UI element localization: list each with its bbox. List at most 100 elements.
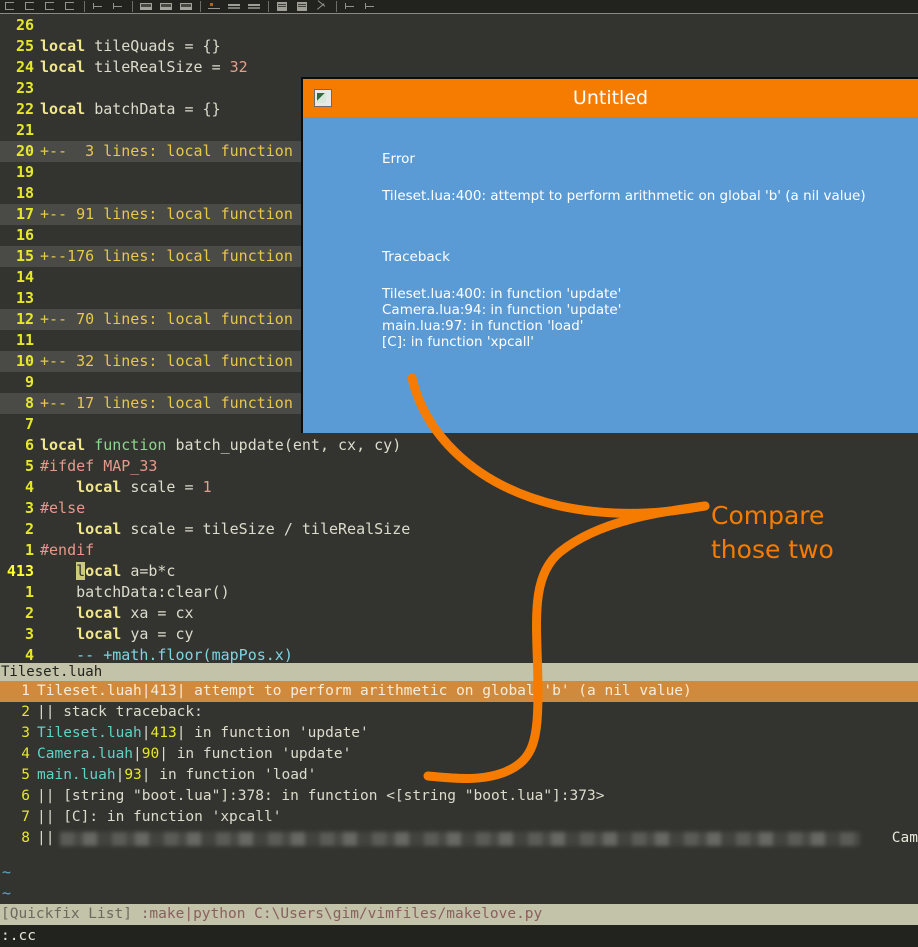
find-icon[interactable]: [206, 0, 223, 13]
quickfix-list[interactable]: 1 Tileset.luah | 413 | attempt to perform ar…: [0, 681, 918, 862]
code-token: +-- 32 lines: local function: [40, 352, 302, 370]
quickfix-row[interactable]: 6 || [string "boot.lua"]:378: in function…: [0, 786, 918, 807]
line-number: 12: [15, 310, 34, 328]
editor-line[interactable]: 1 batchData:clear(): [0, 582, 918, 603]
traceback-heading: Traceback: [382, 249, 450, 265]
editor-line[interactable]: 5 #ifdef MAP_33: [0, 456, 918, 477]
line-number: 413: [6, 562, 34, 580]
line-number: 21: [15, 121, 34, 139]
editor-line[interactable]: 24 local tileRealSize = 32: [0, 57, 918, 78]
line-number: 10: [15, 352, 34, 370]
quickfix-row[interactable]: 2 || stack traceback:: [0, 702, 918, 723]
code-token: scale = tileSize / tileRealSize: [130, 520, 411, 538]
line-number: 3: [24, 625, 34, 643]
command-line[interactable]: :.cc: [0, 925, 918, 947]
make-icon[interactable]: [274, 0, 291, 13]
code-token: +-- 70 lines: local function: [40, 310, 302, 328]
editor-line[interactable]: 25 local tileQuads = {}: [0, 36, 918, 57]
quickfix-row-number: 6: [21, 788, 30, 804]
quickfix-bar: |: [141, 683, 151, 699]
editor-line[interactable]: 3 local ya = cy: [0, 624, 918, 645]
toolbar-separator: [200, 1, 201, 12]
editor-line[interactable]: 4 local scale = 1: [0, 477, 918, 498]
copy-icon[interactable]: [158, 0, 175, 13]
editor-line[interactable]: 6 local function batch_update(ent, cx, cy…: [0, 435, 918, 456]
quickfix-row[interactable]: 4 Camera.luah | 90 | in function 'update': [0, 744, 918, 765]
code-token: local: [40, 58, 95, 76]
error-dialog[interactable]: Untitled Error Tileset.lua:400: attempt …: [301, 77, 918, 433]
quickfix-file: Tileset.luah: [37, 725, 142, 741]
gvim-window: 26 25 local tileQuads = {} 24 local tileReal…: [0, 0, 918, 947]
code-token: +-- 91 lines: local function: [40, 205, 302, 223]
code-token: ocal: [85, 562, 131, 580]
quickfix-row-number: 8: [21, 830, 30, 846]
line-content: local function batch_update(ent, cx, cy): [40, 435, 401, 456]
code-token: +-- 3 lines: local function: [40, 142, 302, 160]
build-icon[interactable]: [294, 0, 311, 13]
line-number: 1: [24, 583, 34, 601]
redacted-text: [60, 832, 861, 846]
line-content: +-- 91 lines: local function: [40, 204, 302, 225]
quickfix-text: || [C]: in function 'xpcall': [37, 809, 282, 825]
dialog-title: Untitled: [572, 87, 649, 109]
status-buffer-label: [Quickfix List]: [1, 906, 132, 922]
print-icon[interactable]: [246, 0, 263, 13]
error-heading: Error: [382, 151, 415, 167]
quickfix-text: in function 'update': [176, 746, 352, 762]
quickfix-icon[interactable]: [314, 0, 331, 13]
traceback-list: Tileset.lua:400: in function 'update' Cam…: [382, 286, 918, 350]
line-number: 8: [24, 394, 34, 412]
line-number: 16: [15, 226, 34, 244]
editor-line[interactable]: 2 local xa = cx: [0, 603, 918, 624]
quickfix-row[interactable]: 7 || [C]: in function 'xpcall': [0, 807, 918, 828]
new-file-icon[interactable]: [2, 0, 19, 13]
dialog-titlebar[interactable]: Untitled: [303, 79, 918, 117]
paste-icon[interactable]: [178, 0, 195, 13]
code-token: a=b*c: [130, 562, 176, 580]
code-token: local: [40, 100, 95, 118]
quickfix-line-number: 90: [141, 746, 160, 762]
line-number: 18: [15, 184, 34, 202]
line-number: 19: [15, 163, 34, 181]
editor-line[interactable]: 26: [0, 15, 918, 36]
quickfix-row[interactable]: 1 Tileset.luah | 413 | attempt to perform ar…: [0, 681, 918, 702]
line-content: +--176 lines: local function: [40, 246, 302, 267]
toolbar[interactable]: [0, 0, 918, 14]
quickfix-text: attempt to perform arithmetic on global …: [194, 683, 692, 699]
quickfix-row[interactable]: 3 Tileset.luah | 413 | in function 'update': [0, 723, 918, 744]
quickfix-row-number: 2: [21, 704, 30, 720]
line-content: local tileRealSize = 32: [40, 57, 248, 78]
traceback-line: Camera.lua:94: in function 'update': [382, 302, 622, 318]
code-token: local: [40, 37, 95, 55]
exit-icon[interactable]: [362, 0, 379, 13]
line-content: #else: [40, 498, 85, 519]
quickfix-file: main.luah: [37, 767, 116, 783]
code-token: function: [94, 436, 176, 454]
save-file-icon[interactable]: [42, 0, 59, 13]
quickfix-row[interactable]: 8 || Cam: [0, 828, 918, 849]
quickfix-row[interactable]: 5 main.luah | 93 | in function 'load': [0, 765, 918, 786]
quickfix-line-number: 93: [124, 767, 142, 783]
editor-line[interactable]: 4 -- +math.floor(mapPos.x): [0, 645, 918, 663]
save-all-icon[interactable]: [62, 0, 79, 13]
undo-icon[interactable]: [90, 0, 107, 13]
line-number: 23: [15, 79, 34, 97]
open-file-icon[interactable]: [22, 0, 39, 13]
line-content: batchData:clear(): [40, 582, 230, 603]
redo-icon[interactable]: [110, 0, 127, 13]
replace-icon[interactable]: [226, 0, 243, 13]
tag-icon[interactable]: [342, 0, 359, 13]
quickfix-line-number: 413: [150, 683, 177, 699]
quickfix-line-number: 413: [150, 725, 177, 741]
code-token: -- +math.floor(mapPos.x): [76, 646, 293, 663]
code-token: +-- 17 lines: local function: [40, 394, 302, 412]
code-token: l: [76, 562, 86, 580]
annotation-label: Compare those two: [711, 499, 834, 567]
traceback-line: main.lua:97: in function 'load': [382, 318, 584, 334]
quickfix-text: in function 'load': [159, 767, 317, 783]
code-token: tileRealSize =: [94, 58, 230, 76]
cut-icon[interactable]: [138, 0, 155, 13]
